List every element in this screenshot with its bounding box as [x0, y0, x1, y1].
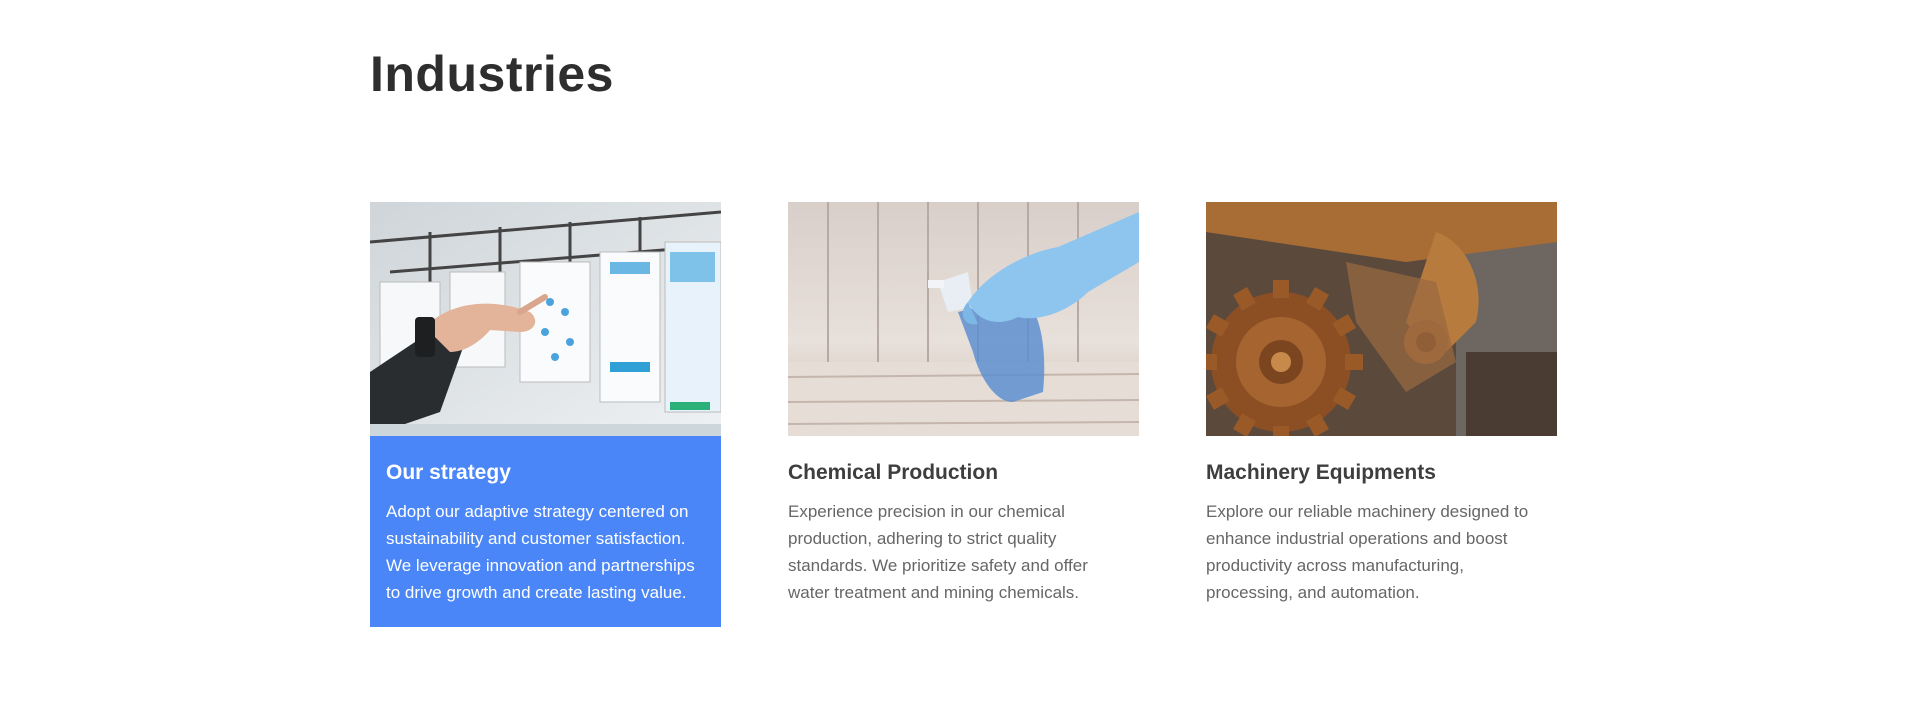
card-title[interactable]: Machinery Equipments: [1206, 460, 1541, 486]
industry-card-machinery-equipments[interactable]: Machinery Equipments Explore our reliabl…: [1206, 202, 1557, 630]
planning-board-image: [370, 202, 721, 436]
card-description: Explore our reliable machinery designed …: [1206, 502, 1529, 602]
industries-section: Industries Our strategy Adopt our adapti…: [0, 0, 1921, 726]
industry-card-strategy[interactable]: Our strategy Adopt our adaptive strategy…: [370, 202, 721, 627]
card-description: Experience precision in our chemical pro…: [788, 502, 1088, 602]
card-title[interactable]: Chemical Production: [788, 460, 1123, 486]
rusty-gear-image: [1206, 202, 1557, 436]
section-title: Industries: [370, 46, 614, 102]
card-description: Adopt our adaptive strategy centered on …: [386, 502, 695, 602]
card-title[interactable]: Our strategy: [386, 460, 705, 486]
industry-card-chemical-production[interactable]: Chemical Production Experience precision…: [788, 202, 1139, 630]
spray-bottle-image: [788, 202, 1139, 436]
